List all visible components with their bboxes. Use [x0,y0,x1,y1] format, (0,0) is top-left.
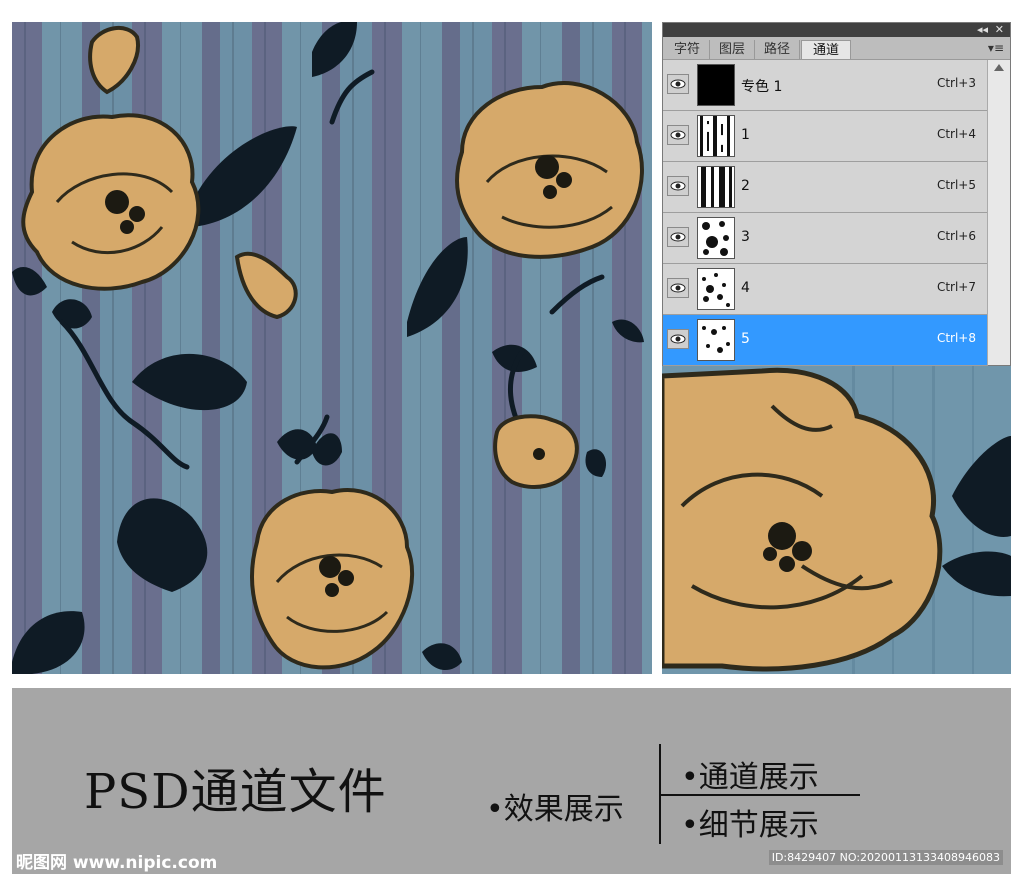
pattern-preview [12,22,652,674]
channel-row[interactable]: 2 Ctrl+5 [663,162,988,213]
tab-character[interactable]: 字符 [665,40,710,59]
channel-shortcut: Ctrl+5 [936,178,976,192]
image-id-text: ID:8429407 NO:20200113133408946083 [768,850,1003,865]
channel-name: 专色 1 [741,79,783,95]
tab-channels[interactable]: 通道 [801,40,851,59]
channel-name: 4 [741,280,750,296]
tab-layers[interactable]: 图层 [710,40,755,59]
channel-name: 5 [741,331,750,347]
channel-row[interactable]: 4 Ctrl+7 [663,264,988,315]
channel-thumbnail [697,166,735,208]
channel-showcase-label: •通道展示 [681,760,819,795]
channel-row-selected[interactable]: 5 Ctrl+8 [663,315,988,366]
collapse-icon[interactable]: ◂◂ [977,23,988,37]
channel-list: 专色 1 Ctrl+3 1 Ctrl+4 2 Ctrl+5 3 Ctrl+6 4… [663,60,988,366]
channel-thumbnail [697,64,735,106]
effect-label: •效果展示 [486,792,624,827]
panel-title-bar: ◂◂ ✕ [663,23,1010,37]
scroll-up-icon[interactable] [994,64,1004,71]
panel-scrollbar[interactable] [987,60,1010,365]
channel-row[interactable]: 3 Ctrl+6 [663,213,988,264]
panel-tabs: 字符 图层 路径 通道 ▾≡ [663,37,1010,60]
panel-menu-icon[interactable]: ▾≡ [988,40,1004,56]
detail-showcase-label: •细节展示 [681,808,819,843]
info-banner: PSD通道文件 •效果展示 •通道展示 •细节展示 昵图网 www.nipic.… [12,688,1011,874]
eye-icon[interactable] [667,176,689,196]
channel-row[interactable]: 专色 1 Ctrl+3 [663,60,988,111]
channel-shortcut: Ctrl+6 [936,229,976,243]
page-title: PSD通道文件 [84,764,387,820]
channel-row[interactable]: 1 Ctrl+4 [663,111,988,162]
channel-thumbnail [697,115,735,157]
channel-shortcut: Ctrl+7 [936,280,976,294]
eye-icon[interactable] [667,227,689,247]
channel-thumbnail [697,217,735,259]
close-icon[interactable]: ✕ [995,23,1004,37]
detail-preview [662,366,1011,674]
channel-thumbnail [697,268,735,310]
channel-shortcut: Ctrl+4 [936,127,976,141]
watermark-logo: 昵图网 www.nipic.com [16,853,218,873]
tab-paths[interactable]: 路径 [755,40,800,59]
eye-icon[interactable] [667,329,689,349]
channel-shortcut: Ctrl+8 [936,331,976,345]
eye-icon[interactable] [667,278,689,298]
channel-name: 2 [741,178,750,194]
channel-name: 3 [741,229,750,245]
channels-panel: ◂◂ ✕ 字符 图层 路径 通道 ▾≡ 专色 1 Ctrl+3 1 Ctrl+4 [662,22,1011,366]
eye-icon[interactable] [667,74,689,94]
channel-shortcut: Ctrl+3 [936,76,976,90]
channel-thumbnail [697,319,735,361]
eye-icon[interactable] [667,125,689,145]
channel-name: 1 [741,127,750,143]
